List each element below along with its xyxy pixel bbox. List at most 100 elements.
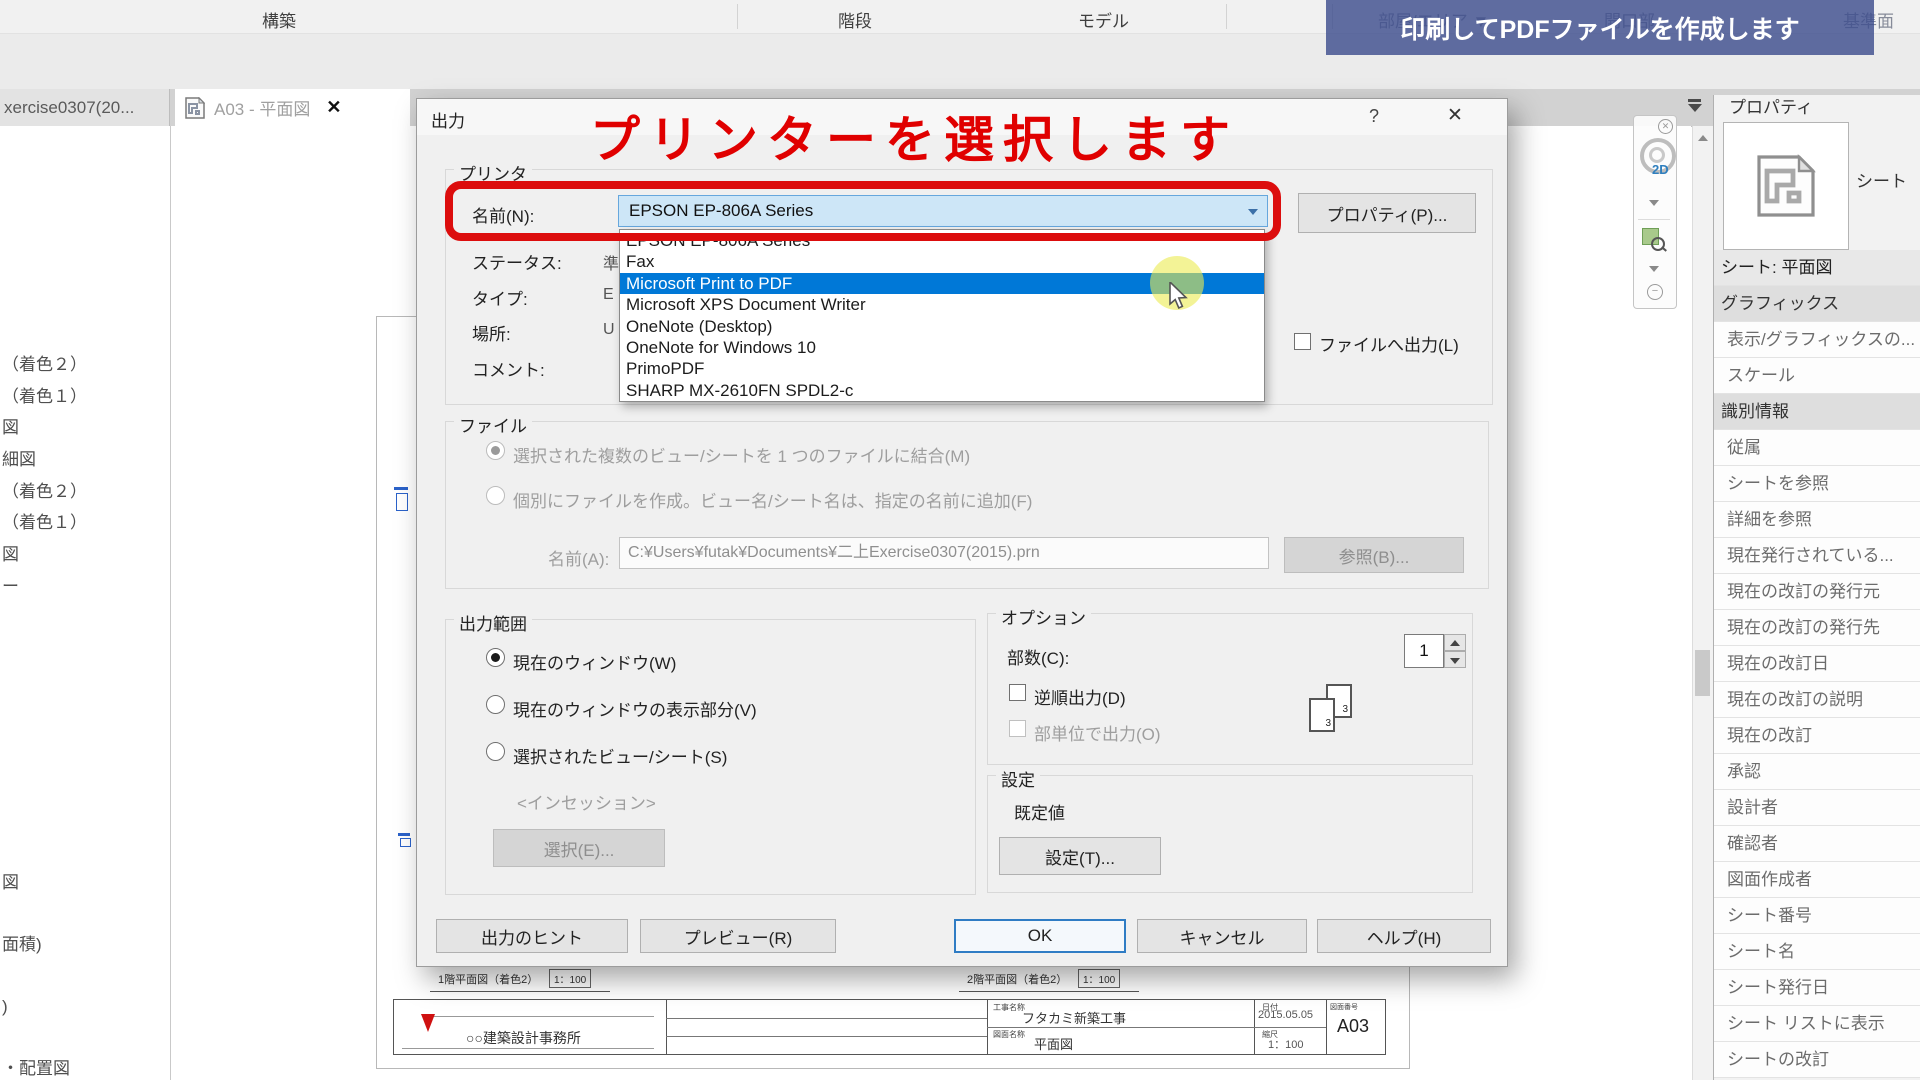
canvas-scrollbar[interactable]	[1692, 126, 1714, 1080]
project-name: フタカミ新築工事	[1022, 1008, 1126, 1027]
property-row[interactable]: 現在の改訂の説明	[1714, 682, 1920, 718]
plan-fragment-icon	[394, 487, 414, 515]
browser-item[interactable]: 面積)	[2, 914, 170, 976]
property-row[interactable]: 現在の改訂の発行元	[1714, 574, 1920, 610]
property-row[interactable]: シート リストに表示	[1714, 1006, 1920, 1042]
stepper-up-icon[interactable]	[1444, 634, 1466, 651]
print-hints-button[interactable]: 出力のヒント	[436, 919, 628, 953]
ok-button[interactable]: OK	[954, 919, 1126, 953]
reverse-order-checkbox[interactable]	[1009, 684, 1026, 701]
options-group-label: オプション	[996, 604, 1091, 629]
settings-group: 設定	[987, 775, 1473, 893]
view-title-underline	[959, 991, 1139, 992]
view-title-1: 1階平面図（着色2）	[438, 971, 538, 987]
printer-dropdown-item[interactable]: OneNote for Windows 10	[620, 337, 1264, 358]
properties-filter-icon[interactable]	[1687, 99, 1703, 114]
browser-item[interactable]: 細図	[2, 444, 170, 476]
zoom-menu-caret-icon[interactable]	[1649, 266, 1659, 272]
browse-button[interactable]: 参照(B)...	[1284, 537, 1464, 573]
view-title-2: 2階平面図（着色2）	[967, 971, 1067, 987]
property-row[interactable]: 承認	[1714, 754, 1920, 790]
title-block-divider	[666, 1000, 667, 1054]
dialog-help-icon[interactable]: ?	[1369, 106, 1379, 127]
collate-label: 部単位で出力(O)	[1034, 720, 1161, 745]
browser-item[interactable]: )	[2, 976, 170, 1038]
property-row[interactable]: シート名	[1714, 934, 1920, 970]
property-row[interactable]: 識別情報	[1714, 394, 1920, 430]
type-value-clipped: E	[603, 286, 619, 304]
property-row[interactable]: 現在の改訂日	[1714, 646, 1920, 682]
property-row[interactable]: シート: 平面図	[1714, 250, 1920, 286]
type-selector[interactable]	[1723, 122, 1849, 250]
browser-item[interactable]: ・配置図	[2, 1038, 170, 1080]
file-name-field[interactable]: C:¥Users¥futak¥Documents¥二上Exercise0307(…	[619, 537, 1269, 569]
property-row[interactable]: 従属	[1714, 430, 1920, 466]
cancel-button[interactable]: キャンセル	[1137, 919, 1307, 953]
selected-views-radio[interactable]	[486, 742, 505, 761]
browser-list-lower: 図面積))・配置図	[0, 852, 170, 1080]
property-row[interactable]: シートの改訂	[1714, 1042, 1920, 1078]
browser-item[interactable]: （着色２）	[2, 349, 170, 381]
ribbon-panel-stairs[interactable]: 階段	[838, 7, 872, 32]
setup-button[interactable]: 設定(T)...	[999, 837, 1161, 875]
dialog-title: 出力	[431, 107, 465, 132]
tab-close-icon[interactable]: ✕	[326, 97, 341, 118]
preview-button[interactable]: プレビュー(R)	[640, 919, 836, 953]
wheel-menu-caret-icon[interactable]	[1649, 200, 1659, 206]
navbar-collapse-icon[interactable]: −	[1647, 284, 1663, 300]
app-window: 構築 階段 モデル 部屋/エリア ▼ 開口部 基準面 印刷してPDFファイルを作…	[0, 0, 1920, 1080]
browser-item[interactable]: 図	[2, 412, 170, 444]
browser-item[interactable]: （着色１）	[2, 381, 170, 413]
property-row[interactable]: 現在の改訂の発行先	[1714, 610, 1920, 646]
current-window-radio[interactable]	[486, 648, 505, 667]
printer-dropdown-item[interactable]: PrimoPDF	[620, 358, 1264, 379]
property-row[interactable]: グラフィックス	[1714, 286, 1920, 322]
property-row[interactable]: スケール	[1714, 358, 1920, 394]
printer-dropdown-item[interactable]: SHARP MX-2610FN SPDL2-c	[620, 380, 1264, 401]
property-row[interactable]: 確認者	[1714, 826, 1920, 862]
copies-value[interactable]: 1	[1404, 634, 1444, 668]
printer-dropdown-item[interactable]: OneNote (Desktop)	[620, 316, 1264, 337]
browser-item[interactable]: 図	[2, 852, 170, 914]
navigation-bar: ✕ 2D −	[1633, 115, 1677, 309]
property-row[interactable]: 現在の改訂	[1714, 718, 1920, 754]
property-row[interactable]: シート番号	[1714, 898, 1920, 934]
ribbon-panel-model[interactable]: モデル	[1078, 7, 1129, 32]
property-row[interactable]: 現在発行されている...	[1714, 538, 1920, 574]
combine-files-radio[interactable]	[486, 441, 505, 460]
select-views-button[interactable]: 選択(E)...	[493, 829, 665, 867]
dialog-close-icon[interactable]: ✕	[1447, 104, 1463, 127]
tab-sheet-a03[interactable]: A03 - 平面図 ✕	[175, 89, 410, 126]
browser-item[interactable]: （着色２）	[2, 476, 170, 508]
browser-item[interactable]: 図	[2, 539, 170, 571]
navbar-close-icon[interactable]: ✕	[1658, 119, 1673, 134]
help-button[interactable]: ヘルプ(H)	[1317, 919, 1491, 953]
project-label: 工事名称	[993, 1002, 1025, 1013]
separate-files-radio[interactable]	[486, 486, 505, 505]
property-row[interactable]: 図面作成者	[1714, 862, 1920, 898]
visible-portion-radio[interactable]	[486, 695, 505, 714]
browser-item[interactable]: （着色１）	[2, 507, 170, 539]
scroll-up-icon[interactable]	[1698, 135, 1708, 141]
property-row[interactable]: 設計者	[1714, 790, 1920, 826]
sheet-type-icon	[1755, 153, 1817, 219]
file-group-label: ファイル	[454, 412, 532, 437]
copies-stepper[interactable]: 1	[1404, 634, 1466, 668]
property-row[interactable]: シートを参照	[1714, 466, 1920, 502]
scale-value: 1：100	[1268, 1036, 1303, 1052]
drawing-label: 図面名称	[993, 1029, 1025, 1040]
tab-document[interactable]: xercise0307(20...	[0, 89, 170, 126]
browser-item[interactable]: ー	[2, 571, 170, 603]
visible-portion-label: 現在のウィンドウの表示部分(V)	[513, 696, 757, 721]
property-row[interactable]: 詳細を参照	[1714, 502, 1920, 538]
property-row[interactable]: 表示/グラフィックスの...	[1714, 322, 1920, 358]
printer-properties-button[interactable]: プロパティ(P)...	[1298, 193, 1476, 233]
scrollbar-thumb[interactable]	[1695, 650, 1710, 696]
property-row[interactable]: シート発行日	[1714, 970, 1920, 1006]
view-title-underline	[430, 991, 610, 992]
stepper-down-icon[interactable]	[1444, 651, 1466, 668]
ribbon-panel-build[interactable]: 構築	[262, 7, 296, 32]
properties-panel: プロパティ シート シート: 平面図 グラフィックス 表示/グラフィックスの..…	[1713, 95, 1920, 1080]
print-to-file-checkbox[interactable]	[1294, 333, 1311, 350]
collate-checkbox[interactable]	[1009, 720, 1026, 737]
